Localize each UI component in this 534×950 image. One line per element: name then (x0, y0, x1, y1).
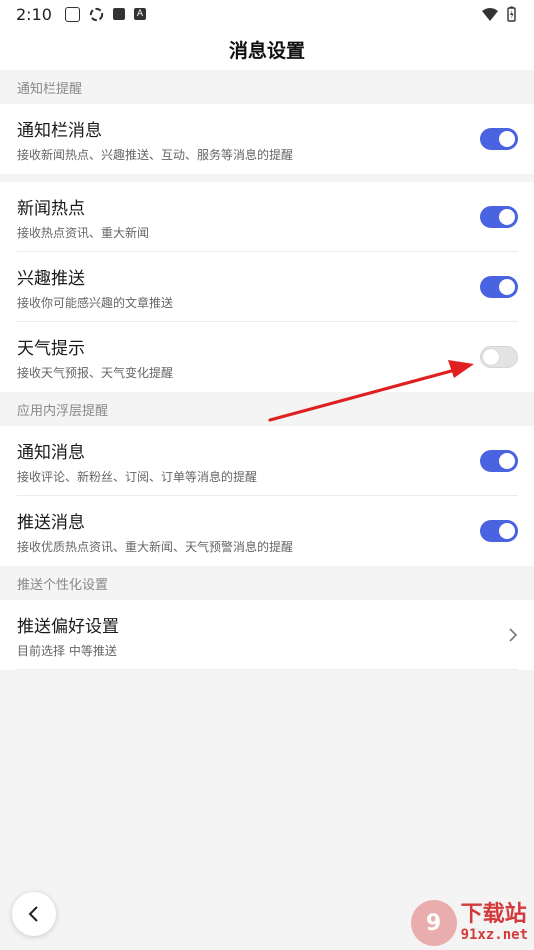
battery-icon (507, 6, 516, 22)
toggle-knob (499, 523, 515, 539)
setting-row-push-message: 推送消息 接收优质热点资讯、重大新闻、天气预警消息的提醒 (0, 496, 534, 566)
status-time: 2:10 (16, 4, 52, 24)
watermark-site: 91xz.net (460, 927, 528, 943)
setting-title: 通知栏消息 (17, 120, 102, 141)
page-title: 消息设置 (228, 39, 305, 62)
toggle-knob (499, 453, 515, 469)
setting-row-notification-bar: 通知栏消息 接收新闻热点、兴趣推送、互动、服务等消息的提醒 (0, 104, 534, 174)
row-divider (17, 669, 518, 670)
section-label-in-app: 应用内浮层提醒 (0, 392, 534, 426)
news-hot-toggle[interactable] (480, 206, 518, 228)
setting-row-notify-message: 通知消息 接收评论、新粉丝、订阅、订单等消息的提醒 (0, 426, 534, 496)
page-header: 消息设置 (0, 28, 534, 70)
push-message-toggle[interactable] (480, 520, 518, 542)
setting-subtitle: 接收热点资讯、重大新闻 (17, 225, 150, 240)
setting-row-news-hot: 新闻热点 接收热点资讯、重大新闻 (0, 182, 534, 252)
section-gap (0, 174, 534, 182)
setting-subtitle: 接收优质热点资讯、重大新闻、天气预警消息的提醒 (17, 539, 294, 554)
section-label-notification-bar: 通知栏提醒 (0, 70, 534, 104)
setting-row-interest-push: 兴趣推送 接收你可能感兴趣的文章推送 (0, 252, 534, 322)
toggle-knob (483, 349, 499, 365)
status-bar: 2:10 A (0, 0, 534, 28)
watermark-logo: 9 (410, 900, 457, 946)
setting-title: 天气提示 (17, 338, 85, 359)
group-in-app: 通知消息 接收评论、新粉丝、订阅、订单等消息的提醒 推送消息 接收优质热点资讯、… (0, 426, 534, 566)
square-icon (112, 8, 125, 20)
setting-title: 推送消息 (17, 512, 85, 533)
interest-push-toggle[interactable] (480, 276, 518, 298)
wifi-icon (482, 7, 498, 21)
setting-title: 新闻热点 (17, 198, 85, 219)
back-button[interactable] (12, 892, 56, 936)
setting-subtitle: 目前选择 中等推送 (17, 643, 117, 658)
chevron-right-icon (509, 628, 518, 642)
notification-bar-toggle[interactable] (480, 128, 518, 150)
setting-title: 推送偏好设置 (17, 616, 119, 637)
sync-icon (89, 7, 104, 21)
notify-message-toggle[interactable] (480, 450, 518, 472)
section-label-personalization: 推送个性化设置 (0, 566, 534, 600)
group-content-push: 新闻热点 接收热点资讯、重大新闻 兴趣推送 接收你可能感兴趣的文章推送 天气提示… (0, 182, 534, 392)
toggle-knob (499, 209, 515, 225)
toggle-knob (499, 131, 515, 147)
paw-icon (64, 6, 80, 22)
setting-subtitle: 接收评论、新粉丝、订阅、订单等消息的提醒 (17, 469, 258, 484)
setting-subtitle: 接收你可能感兴趣的文章推送 (17, 295, 174, 310)
letter-a-icon: A (133, 8, 146, 20)
setting-row-push-preference[interactable]: 推送偏好设置 目前选择 中等推送 (0, 600, 534, 670)
watermark-brand: 下载站 (460, 902, 527, 927)
weather-tips-toggle[interactable] (480, 346, 518, 368)
group-personalization: 推送偏好设置 目前选择 中等推送 (0, 600, 534, 670)
watermark: 9 下载站 91xz.net (410, 900, 528, 946)
setting-title: 通知消息 (17, 442, 85, 463)
setting-subtitle: 接收新闻热点、兴趣推送、互动、服务等消息的提醒 (17, 147, 294, 162)
setting-row-weather-tips: 天气提示 接收天气预报、天气变化提醒 (0, 322, 534, 392)
chevron-left-icon (28, 906, 38, 922)
setting-title: 兴趣推送 (17, 268, 85, 289)
group-notification-bar: 通知栏消息 接收新闻热点、兴趣推送、互动、服务等消息的提醒 (0, 104, 534, 174)
toggle-knob (499, 279, 515, 295)
setting-subtitle: 接收天气预报、天气变化提醒 (17, 365, 174, 380)
